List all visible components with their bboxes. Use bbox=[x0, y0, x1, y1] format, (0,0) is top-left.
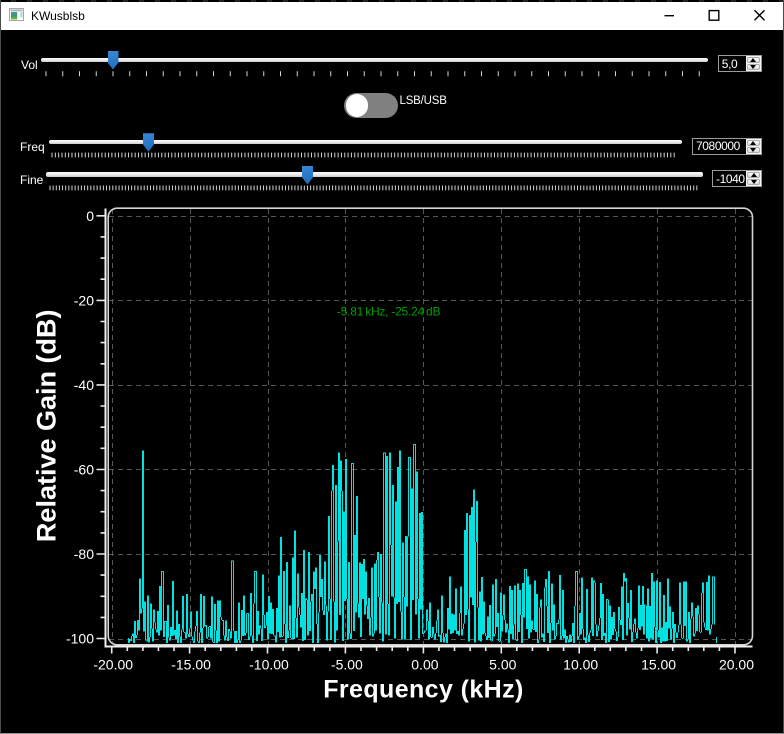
svg-text:-80: -80 bbox=[74, 546, 94, 562]
svg-text:15.00: 15.00 bbox=[641, 657, 676, 673]
svg-text:-20.00: -20.00 bbox=[93, 657, 133, 673]
svg-text:0.00: 0.00 bbox=[411, 657, 438, 673]
svg-text:-60: -60 bbox=[74, 462, 94, 478]
svg-text:Relative Gain (dB): Relative Gain (dB) bbox=[32, 310, 62, 543]
svg-text:-100: -100 bbox=[66, 631, 94, 647]
svg-text:-20: -20 bbox=[74, 292, 94, 308]
svg-text:-5.00: -5.00 bbox=[331, 657, 363, 673]
svg-text:5.00: 5.00 bbox=[489, 657, 516, 673]
svg-text:-10.00: -10.00 bbox=[249, 657, 289, 673]
svg-text:-40: -40 bbox=[74, 377, 94, 393]
svg-text:10.00: 10.00 bbox=[563, 657, 598, 673]
svg-text:0: 0 bbox=[86, 208, 94, 224]
svg-text:-15.00: -15.00 bbox=[171, 657, 211, 673]
svg-text:20.00: 20.00 bbox=[719, 657, 754, 673]
svg-text:-5.81 kHz, -25.24 dB: -5.81 kHz, -25.24 dB bbox=[337, 305, 440, 319]
svg-text:Frequency (kHz): Frequency (kHz) bbox=[323, 676, 523, 704]
